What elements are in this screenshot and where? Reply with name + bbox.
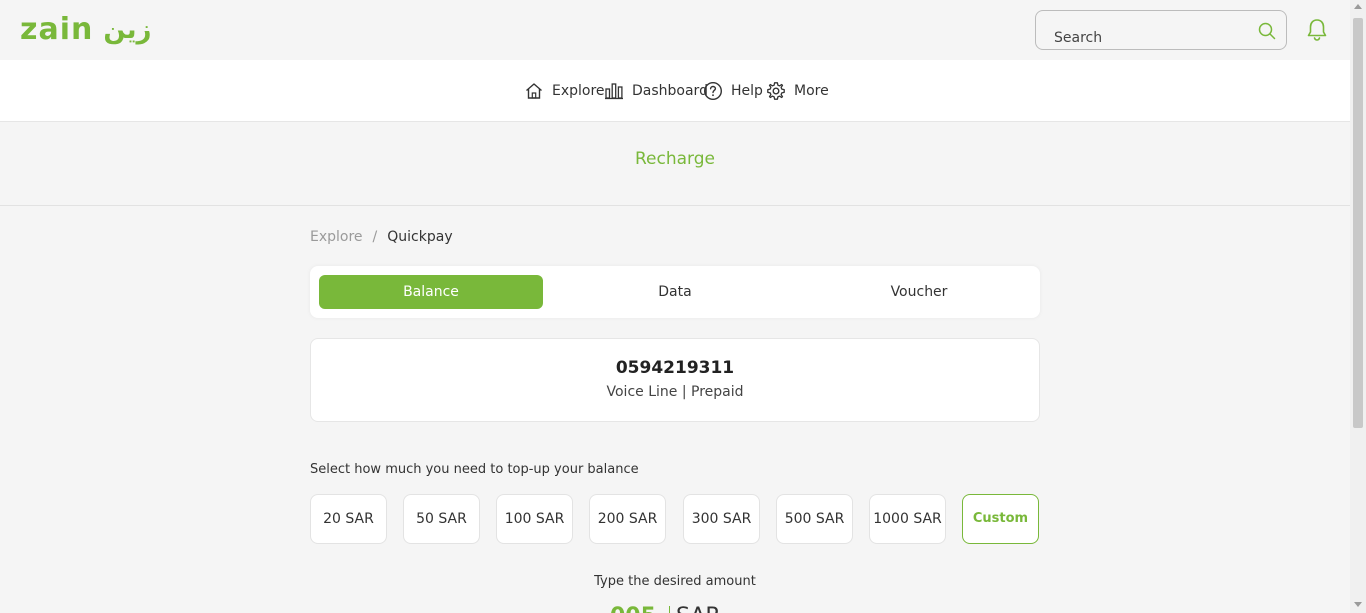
tab-voucher[interactable]: Voucher xyxy=(807,275,1031,309)
nav-label-explore: Explore xyxy=(552,83,605,99)
zain-logo[interactable]: zain زين xyxy=(20,14,152,46)
question-circle-icon xyxy=(703,81,723,101)
nav-item-explore[interactable]: Explore xyxy=(524,79,605,103)
page-scrollbar[interactable] xyxy=(1350,0,1366,613)
nav-item-help[interactable]: Help xyxy=(703,79,763,103)
bar-chart-icon xyxy=(605,83,623,100)
amount-option-50[interactable]: 50 SAR xyxy=(403,494,480,544)
topup-label: Select how much you need to top-up your … xyxy=(310,462,639,477)
logo-latin-text: zain xyxy=(20,12,94,47)
amount-option-300[interactable]: 300 SAR xyxy=(683,494,760,544)
nav-item-dashboard[interactable]: Dashboard xyxy=(604,79,708,103)
search-icon[interactable] xyxy=(1258,22,1276,40)
main-nav: Explore Dashboard Help More xyxy=(0,60,1350,122)
home-icon xyxy=(526,83,542,99)
breadcrumb-quickpay: Quickpay xyxy=(387,229,453,245)
custom-amount-value: 005 xyxy=(610,604,656,613)
bell-icon[interactable] xyxy=(1306,18,1328,42)
tab-data[interactable]: Data xyxy=(563,275,787,309)
gear-icon xyxy=(767,82,785,100)
recharge-tabs: Balance Data Voucher xyxy=(310,266,1040,318)
line-number: 0594219311 xyxy=(615,358,735,378)
nav-label-dashboard: Dashboard xyxy=(632,83,708,99)
nav-label-help: Help xyxy=(731,83,763,99)
logo-arabic-text: زين xyxy=(103,15,152,45)
custom-amount-label: Type the desired amount xyxy=(594,574,756,589)
amount-option-500[interactable]: 500 SAR xyxy=(776,494,853,544)
line-type: Voice Line | Prepaid xyxy=(606,384,744,400)
search-box[interactable] xyxy=(1035,10,1287,50)
scroll-up-arrow-icon[interactable] xyxy=(1354,4,1362,9)
amount-option-200[interactable]: 200 SAR xyxy=(589,494,666,544)
nav-label-more: More xyxy=(794,83,829,99)
top-header: zain زين xyxy=(0,0,1350,60)
amount-option-1000[interactable]: 1000 SAR xyxy=(869,494,946,544)
breadcrumb: Explore / Quickpay xyxy=(310,227,453,247)
line-card: 0594219311 Voice Line | Prepaid xyxy=(310,338,1040,422)
search-input[interactable] xyxy=(1054,27,1244,49)
custom-amount-currency: SAR xyxy=(676,604,721,613)
text-caret xyxy=(669,606,670,613)
amount-option-100[interactable]: 100 SAR xyxy=(496,494,573,544)
breadcrumb-separator: / xyxy=(372,229,378,245)
tab-balance[interactable]: Balance xyxy=(319,275,543,309)
breadcrumb-explore[interactable]: Explore xyxy=(310,229,363,245)
scroll-down-arrow-icon[interactable] xyxy=(1354,602,1362,607)
page-title: Recharge xyxy=(635,149,715,169)
custom-amount-input[interactable]: 005 SAR xyxy=(610,604,750,613)
amount-option-20[interactable]: 20 SAR xyxy=(310,494,387,544)
nav-item-more[interactable]: More xyxy=(766,79,829,103)
amount-option-custom[interactable]: Custom xyxy=(962,494,1039,544)
title-band: Recharge xyxy=(0,122,1350,206)
scroll-thumb[interactable] xyxy=(1353,18,1363,428)
